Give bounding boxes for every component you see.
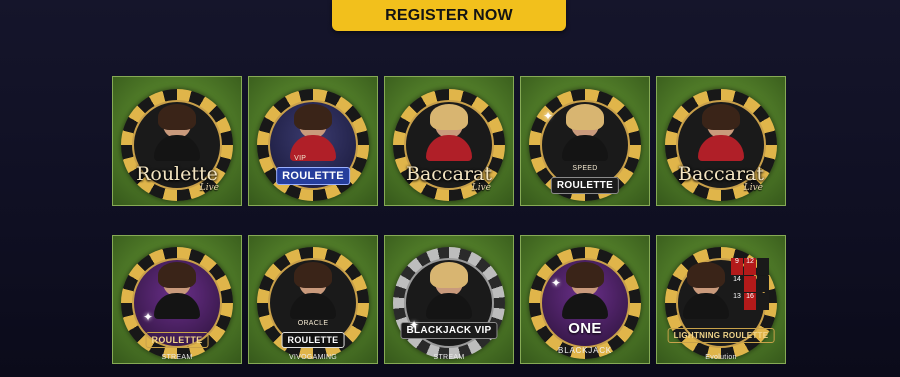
game-subtitle: Live bbox=[471, 183, 491, 193]
sparkle-icon: ✦ bbox=[551, 276, 562, 290]
game-tag: VIP bbox=[294, 155, 307, 162]
board-cell: 14 bbox=[731, 275, 743, 293]
game-title-badge: LIGHTNING ROULETTE bbox=[667, 328, 775, 343]
dealer-avatar bbox=[294, 103, 332, 138]
game-tile-baccarat-live[interactable]: Baccarat Live bbox=[384, 76, 514, 206]
dealer-avatar bbox=[158, 262, 196, 297]
game-tile-oracle-roulette[interactable]: ORACLE ROULETTE VIVOGAMING bbox=[248, 235, 378, 364]
game-tile-baccarat-live-2[interactable]: Baccarat Live bbox=[656, 76, 786, 206]
game-title: Baccarat bbox=[406, 163, 492, 185]
board-cell bbox=[744, 275, 756, 293]
game-tile-lightning-roulette[interactable]: 9 12 14 13 16 LIGHTNING ROULETTE Evoluti… bbox=[656, 235, 786, 364]
dealer-avatar bbox=[702, 103, 740, 138]
game-title-badge: ROULETTE bbox=[276, 167, 350, 185]
game-subtitle: Live bbox=[199, 183, 219, 193]
dealer-avatar bbox=[294, 262, 332, 297]
dealer-avatar bbox=[566, 262, 604, 297]
game-title: Roulette bbox=[136, 163, 218, 185]
game-title: Baccarat bbox=[678, 163, 764, 185]
game-tile-blackjack-vip[interactable]: ✦ BLACKJACK VIP STREAM bbox=[384, 235, 514, 364]
provider-label: STREAM bbox=[161, 354, 193, 361]
roulette-number-board: 9 12 14 13 16 bbox=[731, 258, 769, 310]
board-cell bbox=[757, 293, 769, 310]
game-tile-speed-roulette[interactable]: ✦ SPEED ROULETTE bbox=[520, 76, 650, 206]
game-grid-row-1: Roulette Live ROULETTE VIP Baccarat Live… bbox=[112, 76, 786, 206]
sparkle-icon: ✦ bbox=[409, 318, 420, 332]
board-cell: 13 bbox=[731, 293, 743, 310]
dealer-avatar bbox=[158, 103, 196, 138]
game-subtitle: Live bbox=[743, 183, 763, 193]
game-title-badge: ONE bbox=[568, 320, 602, 337]
game-tile-one-blackjack[interactable]: ✦ ONE BLACKJACK bbox=[520, 235, 650, 364]
game-grid-row-2: ✦ ROULETTE STREAM ORACLE ROULETTE VIVOGA… bbox=[112, 235, 786, 364]
dealer-avatar bbox=[686, 262, 725, 297]
game-title-badge: ROULETTE bbox=[550, 177, 620, 194]
sparkle-icon: ✦ bbox=[143, 310, 154, 324]
game-tile-roulette-live[interactable]: Roulette Live bbox=[112, 76, 242, 206]
game-label-top: ORACLE bbox=[297, 320, 329, 327]
board-cell bbox=[757, 275, 769, 293]
game-title-badge: ROULETTE bbox=[145, 332, 209, 348]
provider-label: VIVOGAMING bbox=[288, 354, 338, 361]
game-tile-stream-roulette[interactable]: ✦ ROULETTE STREAM bbox=[112, 235, 242, 364]
game-tag: SPEED bbox=[572, 165, 598, 172]
dealer-avatar bbox=[430, 103, 468, 138]
board-cell bbox=[757, 258, 769, 275]
sparkle-icon: ✦ bbox=[543, 109, 554, 123]
game-subtitle: BLACKJACK bbox=[558, 346, 612, 355]
board-cell: 16 bbox=[744, 293, 756, 310]
game-title-badge: ROULETTE bbox=[281, 332, 345, 348]
board-cell: 12 bbox=[744, 258, 756, 275]
provider-label: Evolution bbox=[705, 354, 737, 361]
dealer-avatar bbox=[430, 262, 468, 297]
dealer-avatar bbox=[566, 103, 604, 138]
register-now-button[interactable]: REGISTER NOW bbox=[332, 0, 566, 31]
board-cell: 9 bbox=[731, 258, 743, 275]
provider-label: STREAM bbox=[433, 354, 465, 361]
game-tile-vip-roulette[interactable]: ROULETTE VIP bbox=[248, 76, 378, 206]
